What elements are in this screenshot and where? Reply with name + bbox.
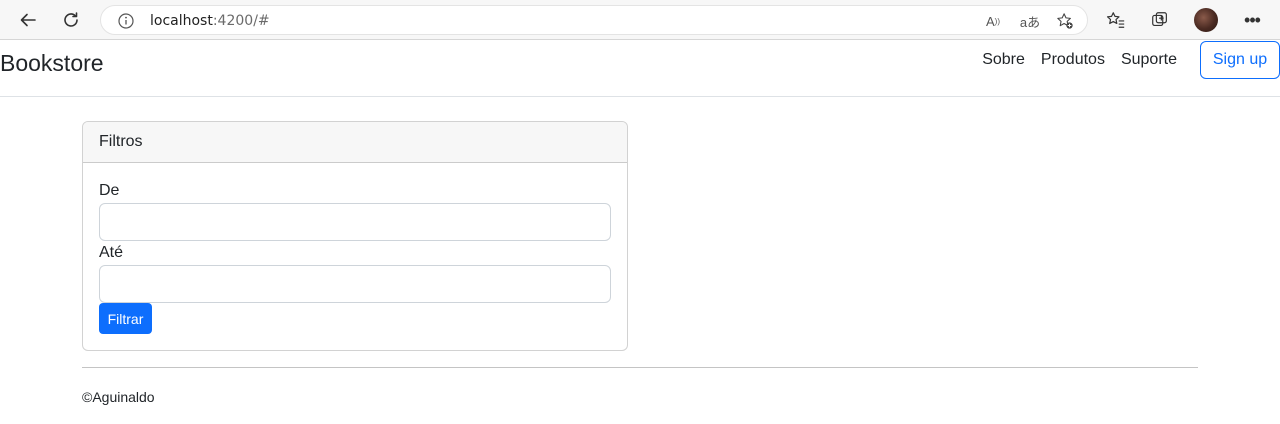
favorites-icon[interactable]: [1105, 9, 1127, 31]
url-path: :4200/#: [212, 13, 270, 29]
url-text[interactable]: localhost:4200/#: [150, 13, 270, 29]
nav-link-produtos[interactable]: Produtos: [1033, 51, 1113, 69]
footer-text: ©Aguinaldo: [82, 389, 155, 405]
profile-avatar[interactable]: [1194, 8, 1218, 32]
filters-card: Filtros De Até Filtrar: [82, 121, 628, 351]
to-input[interactable]: [99, 265, 611, 303]
back-icon[interactable]: [14, 6, 42, 34]
url-host: localhost: [150, 13, 213, 29]
collections-icon[interactable]: [1149, 9, 1171, 31]
more-icon[interactable]: •••: [1240, 8, 1264, 32]
translate-icon[interactable]: aあ: [1019, 11, 1041, 31]
from-input[interactable]: [99, 203, 611, 241]
navbar: Bookstore Sobre Produtos Suporte Sign up: [0, 40, 1280, 97]
reload-icon[interactable]: [57, 6, 85, 34]
brand-link[interactable]: Bookstore: [0, 50, 104, 77]
from-label: De: [99, 182, 120, 199]
address-bar[interactable]: localhost:4200/# A)) aあ: [100, 5, 1088, 35]
nav-link-suporte[interactable]: Suporte: [1113, 51, 1185, 69]
read-aloud-icon[interactable]: A)): [982, 11, 1004, 31]
add-favorite-icon[interactable]: [1054, 11, 1076, 31]
filters-card-header: Filtros: [83, 122, 627, 163]
site-info-icon[interactable]: [117, 12, 135, 30]
browser-toolbar: localhost:4200/# A)) aあ •••: [0, 0, 1280, 40]
to-label: Até: [99, 244, 124, 261]
sign-up-button[interactable]: Sign up: [1200, 41, 1280, 79]
nav-link-sobre[interactable]: Sobre: [974, 51, 1033, 69]
nav-links: Sobre Produtos Suporte: [974, 51, 1185, 69]
footer-divider: [82, 367, 1198, 368]
filter-button[interactable]: Filtrar: [99, 303, 152, 334]
